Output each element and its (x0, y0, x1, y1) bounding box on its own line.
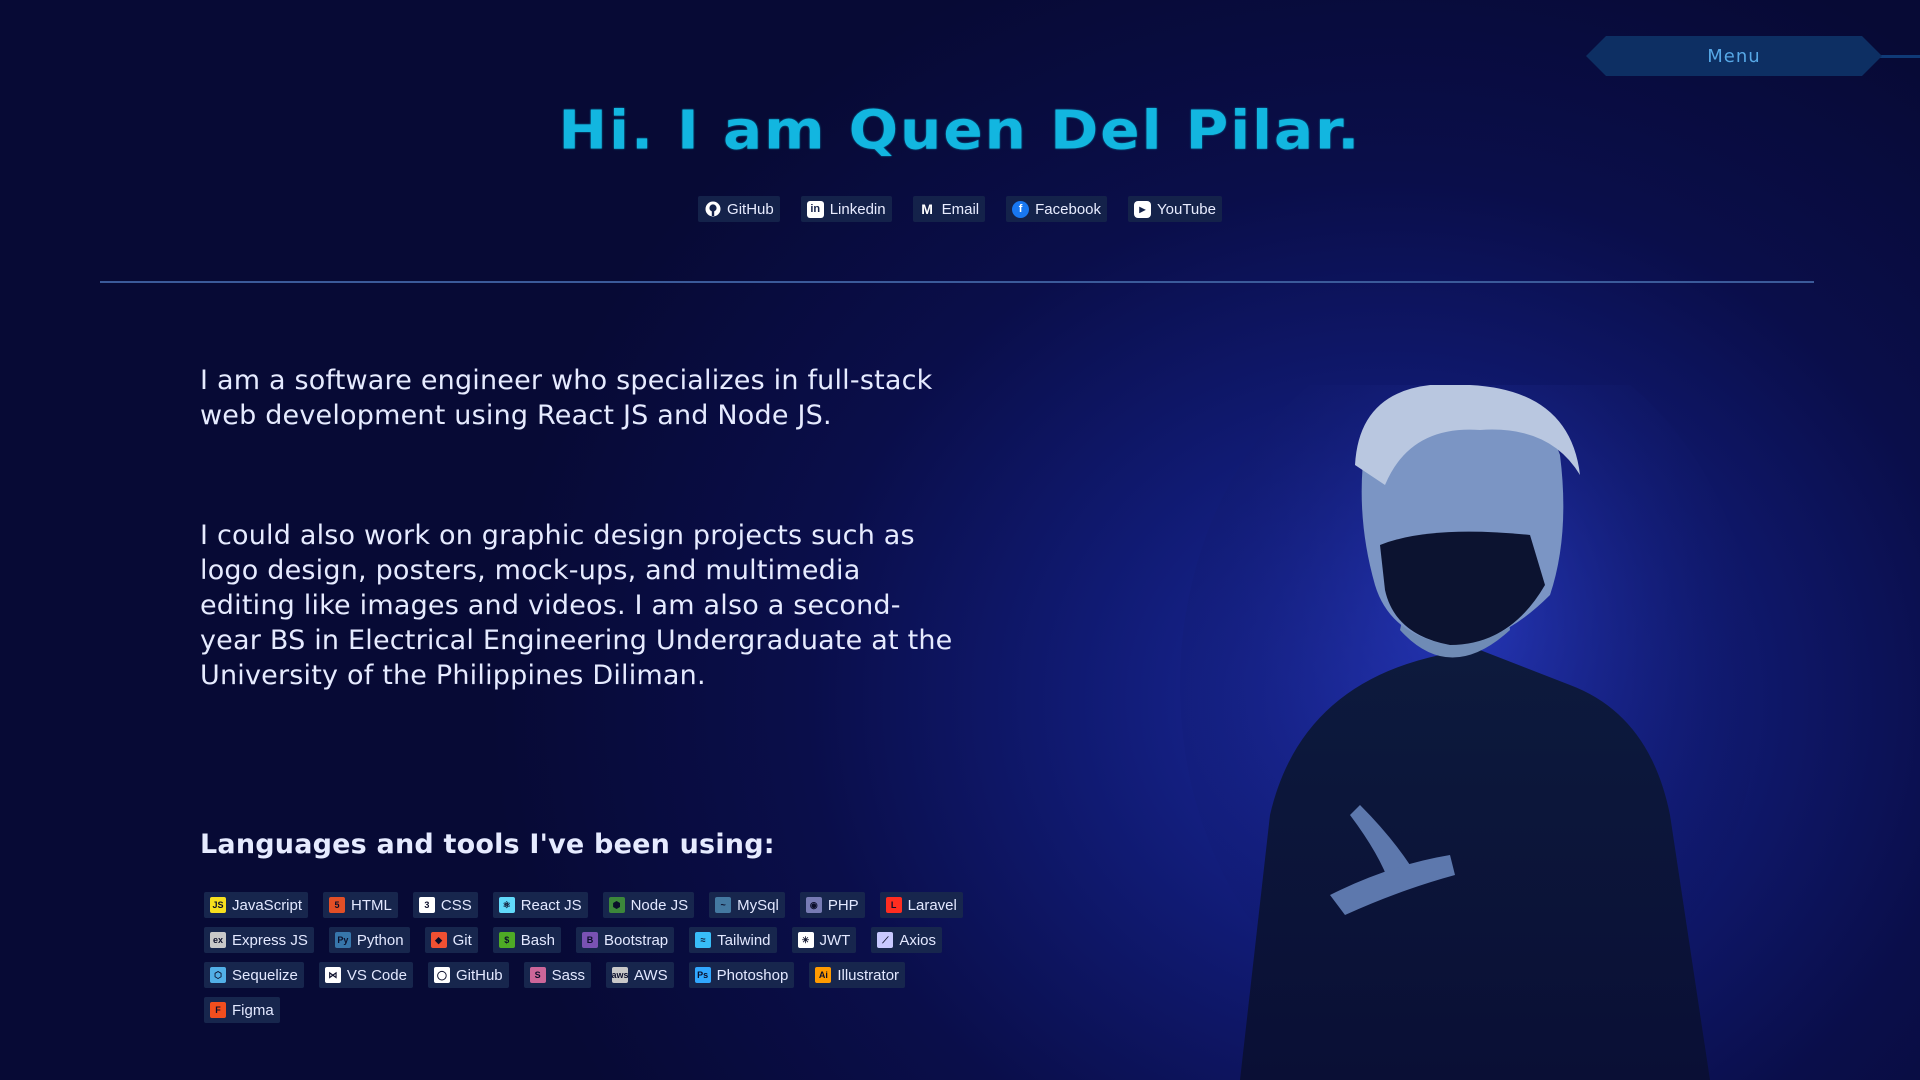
menu-container: Menu (1586, 36, 1920, 76)
tool-chip-label: Figma (232, 1001, 274, 1019)
tool-chip: ⚛ React JS (492, 892, 588, 918)
photoshop-icon: Ps (694, 967, 711, 983)
bash-icon: $ (498, 932, 515, 948)
python-icon: Py (334, 932, 351, 948)
menu-button[interactable]: Menu (1586, 36, 1882, 76)
tool-chip-label: Git (452, 931, 472, 949)
gmail-icon: M (921, 201, 933, 217)
tool-chip-label: VS Code (346, 966, 407, 984)
tool-chip-label: Axios (899, 931, 937, 949)
figma-icon: F (210, 1002, 226, 1018)
tool-chip: ⟋ Axios (871, 927, 943, 953)
css-icon: 3 (418, 897, 435, 913)
tool-chip-label: Photoshop (716, 966, 789, 984)
axios-icon: ⟋ (877, 932, 894, 948)
facebook-icon: f (1012, 200, 1030, 218)
tool-chip-label: Sequelize (232, 966, 298, 984)
section-divider (100, 281, 1814, 283)
tool-chip: ~ MySql (709, 892, 785, 918)
tool-chip-label: Node JS (630, 896, 689, 914)
github-link[interactable]: GitHub (698, 196, 780, 222)
page-title: Hi. I am Quen Del Pilar. (558, 98, 1362, 162)
tool-chip-label: Express JS (232, 931, 308, 949)
tool-chip: $ Bash (492, 927, 561, 953)
javascript-icon: JS (210, 897, 226, 913)
linkedin-link-label: Linkedin (829, 200, 886, 218)
laravel-icon: L (885, 897, 902, 913)
tool-chip-label: GitHub (455, 966, 503, 984)
tailwind-icon: ≈ (695, 932, 712, 948)
tool-chip: ◉ PHP (799, 892, 865, 918)
tool-chip: ◆ Git (424, 927, 478, 953)
tool-chip-label: Sass (551, 966, 585, 984)
tool-chip: aws AWS (605, 962, 674, 988)
tool-chip-label: Laravel (907, 896, 957, 914)
nodejs-icon: ⬢ (608, 897, 625, 913)
social-links: GitHub in Linkedin M Email f Facebook ▶ … (0, 196, 1920, 222)
tool-chip: ⬡ Sequelize (204, 962, 304, 988)
tool-chip-label: JWT (819, 931, 851, 949)
facebook-link[interactable]: f Facebook (1006, 196, 1107, 222)
tool-chip-label: PHP (827, 896, 859, 914)
email-link-label: Email (941, 200, 980, 218)
tool-chip-label: CSS (440, 896, 472, 914)
tool-chip: ex Express JS (204, 927, 314, 953)
bio-paragraph-1: I am a software engineer who specializes… (200, 365, 933, 431)
tool-chip: JS JavaScript (204, 892, 309, 918)
tool-chip: ✳ JWT (791, 927, 857, 953)
tool-chip-label: Bash (520, 931, 555, 949)
tool-chip-label: JavaScript (232, 896, 303, 914)
tool-chip-label: Illustrator (837, 966, 900, 984)
github-icon: ◯ (433, 967, 450, 983)
github-link-label: GitHub (727, 200, 774, 218)
youtube-link[interactable]: ▶ YouTube (1128, 196, 1222, 222)
tool-chip-label: Python (356, 931, 404, 949)
express-icon: ex (210, 932, 226, 948)
git-icon: ◆ (430, 932, 447, 948)
sass-icon: S (529, 967, 546, 983)
tool-chip: ⬢ Node JS (602, 892, 695, 918)
bio-paragraph-2: I could also work on graphic design proj… (200, 520, 953, 691)
tool-chip: ⋈ VS Code (318, 962, 413, 988)
tool-chip: Py Python (328, 927, 410, 953)
php-icon: ◉ (805, 897, 822, 913)
tools-heading: Languages and tools I've been using: (200, 829, 775, 860)
email-link[interactable]: M Email (912, 196, 986, 222)
illustrator-icon: Ai (815, 967, 832, 983)
tools-list: JS JavaScript 5 HTML 3 CSS ⚛ React JS ⬢ Node JS ~ M… (204, 892, 964, 1023)
tool-chip: 5 HTML (323, 892, 398, 918)
tool-chip-label: Bootstrap (603, 931, 669, 949)
react-icon: ⚛ (498, 897, 515, 913)
tool-chip: Ai Illustrator (809, 962, 906, 988)
tool-chip: B Bootstrap (575, 927, 675, 953)
mysql-icon: ~ (715, 897, 732, 913)
jwt-icon: ✳ (797, 932, 814, 948)
bootstrap-icon: B (581, 932, 598, 948)
html-icon: 5 (329, 897, 346, 913)
tool-chip: F Figma (204, 997, 280, 1023)
tool-chip: L Laravel (879, 892, 963, 918)
vscode-icon: ⋈ (324, 967, 341, 983)
github-icon (704, 201, 721, 218)
facebook-link-label: Facebook (1035, 200, 1101, 218)
tool-chip-label: Tailwind (717, 931, 771, 949)
tool-chip: Ps Photoshop (688, 962, 795, 988)
youtube-icon: ▶ (1134, 200, 1151, 218)
tool-chip-label: HTML (351, 896, 392, 914)
tool-chip: ◯ GitHub (427, 962, 509, 988)
tool-chip: S Sass (523, 962, 591, 988)
sequelize-icon: ⬡ (210, 967, 226, 983)
aws-icon: aws (611, 967, 629, 983)
profile-photo (1180, 385, 1750, 1080)
linkedin-link[interactable]: in Linkedin (800, 196, 892, 222)
tool-chip-label: React JS (520, 896, 582, 914)
tool-chip: 3 CSS (412, 892, 478, 918)
tool-chip-label: MySql (737, 896, 779, 914)
youtube-link-label: YouTube (1157, 200, 1216, 218)
tool-chip-label: AWS (633, 966, 668, 984)
tool-chip: ≈ Tailwind (689, 927, 777, 953)
linkedin-icon: in (806, 200, 824, 218)
